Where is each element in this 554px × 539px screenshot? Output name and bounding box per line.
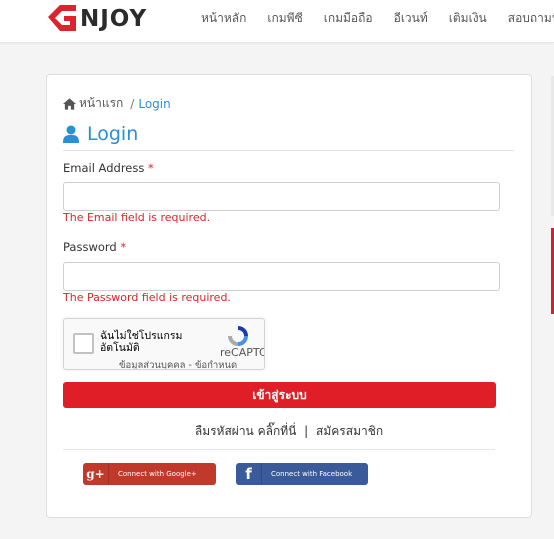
site-logo[interactable]: NJOY [46,0,147,34]
site-header: NJOY หน้าหลัก เกมพีซี เกมมือถือ อีเวนท์ … [0,0,554,43]
login-card: หน้าแรก / Login Login Email Address * Th… [46,74,532,518]
nav-item-events[interactable]: อีเวนท์ [394,9,428,28]
email-field[interactable] [63,182,500,211]
email-error: The Email field is required. [63,211,211,224]
email-label-text: Email Address [63,161,145,175]
email-required-mark: * [148,161,154,175]
social-divider [63,449,495,450]
recaptcha-widget: ฉันไม่ใช่โปรแกรมอัตโนมัติ reCAPTC ข้อมูล… [63,318,265,370]
nav-item-pc-games[interactable]: เกมพีซี [267,9,302,28]
facebook-connect-button[interactable]: f Connect with Facebook [236,463,368,485]
nav-item-home[interactable]: หน้าหลัก [201,9,246,28]
main-nav: หน้าหลัก เกมพีซี เกมมือถือ อีเวนท์ เติมเ… [201,9,554,28]
njoy-logo-icon [48,5,76,31]
breadcrumb: หน้าแรก / Login [63,94,171,113]
google-plus-icon: g+ [83,463,109,485]
password-error: The Password field is required. [63,291,231,304]
account-links: ลืมรหัสผ่าน คลิ๊กที่นี่ | สมัครสมาชิก [47,422,531,441]
password-label: Password * [63,240,126,254]
breadcrumb-separator: / [130,96,135,111]
recaptcha-terms-link[interactable]: ข้อมูลส่วนบุคคล - ข้อกำหนด [119,358,237,369]
login-button[interactable]: เข้าสู่ระบบ [63,382,496,408]
recaptcha-checkbox[interactable] [73,333,94,354]
nav-item-mobile-games[interactable]: เกมมือถือ [324,9,373,28]
google-connect-label: Connect with Google+ [118,470,197,478]
page-title-text: Login [87,123,139,145]
facebook-icon: f [236,463,262,485]
nav-item-topup[interactable]: เติมเงิน [449,9,487,28]
google-connect-button[interactable]: g+ Connect with Google+ [83,463,216,485]
email-label: Email Address * [63,161,154,175]
breadcrumb-current: Login [138,96,171,111]
password-required-mark: * [120,240,127,254]
password-label-text: Password [63,240,117,254]
page-title: Login [63,123,138,145]
user-icon [63,125,79,143]
forgot-password-link[interactable]: ลืมรหัสผ่าน คลิ๊กที่นี่ [195,424,297,438]
breadcrumb-home[interactable]: หน้าแรก [79,94,123,113]
home-icon [63,97,76,110]
nav-item-support[interactable]: สอบถามปั [508,9,554,28]
register-link[interactable]: สมัครสมาชิก [316,424,383,438]
recaptcha-logo-icon [228,326,248,346]
title-divider [63,150,514,151]
recaptcha-label: ฉันไม่ใช่โปรแกรมอัตโนมัติ [100,330,183,354]
password-field[interactable] [63,262,500,291]
links-divider: | [304,424,309,438]
facebook-connect-label: Connect with Facebook [271,470,353,478]
brand-name: NJOY [80,6,148,32]
